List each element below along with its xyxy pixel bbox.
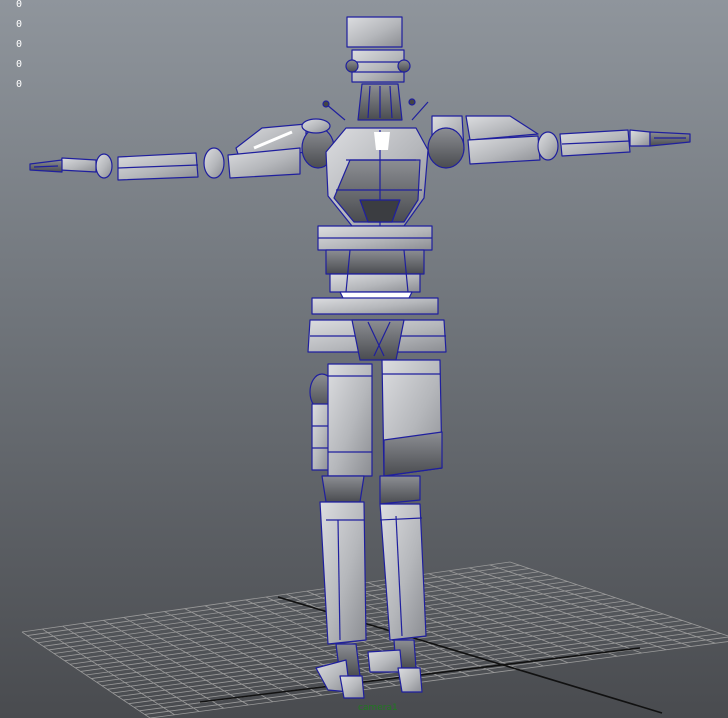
robot-hips[interactable] [307, 297, 447, 361]
robot-torso[interactable] [325, 127, 429, 227]
robot-arm-left[interactable] [29, 118, 335, 181]
scene-canvas[interactable] [0, 0, 728, 718]
3d-viewport[interactable]: 0 0 0 0 0 camera1 [0, 0, 728, 718]
robot-arm-right[interactable] [427, 115, 691, 169]
robot-neck[interactable] [322, 83, 429, 121]
ground-grid [21, 561, 728, 718]
camera-label: camera1 [358, 703, 398, 713]
robot-waist[interactable] [317, 225, 433, 301]
grid-line [469, 567, 691, 647]
grid-line [144, 636, 728, 715]
robot-model[interactable] [29, 16, 691, 699]
robot-leg-right[interactable] [367, 359, 443, 693]
grid-line [509, 561, 728, 637]
robot-head[interactable] [345, 16, 411, 83]
robot-leg-left[interactable] [309, 363, 373, 699]
